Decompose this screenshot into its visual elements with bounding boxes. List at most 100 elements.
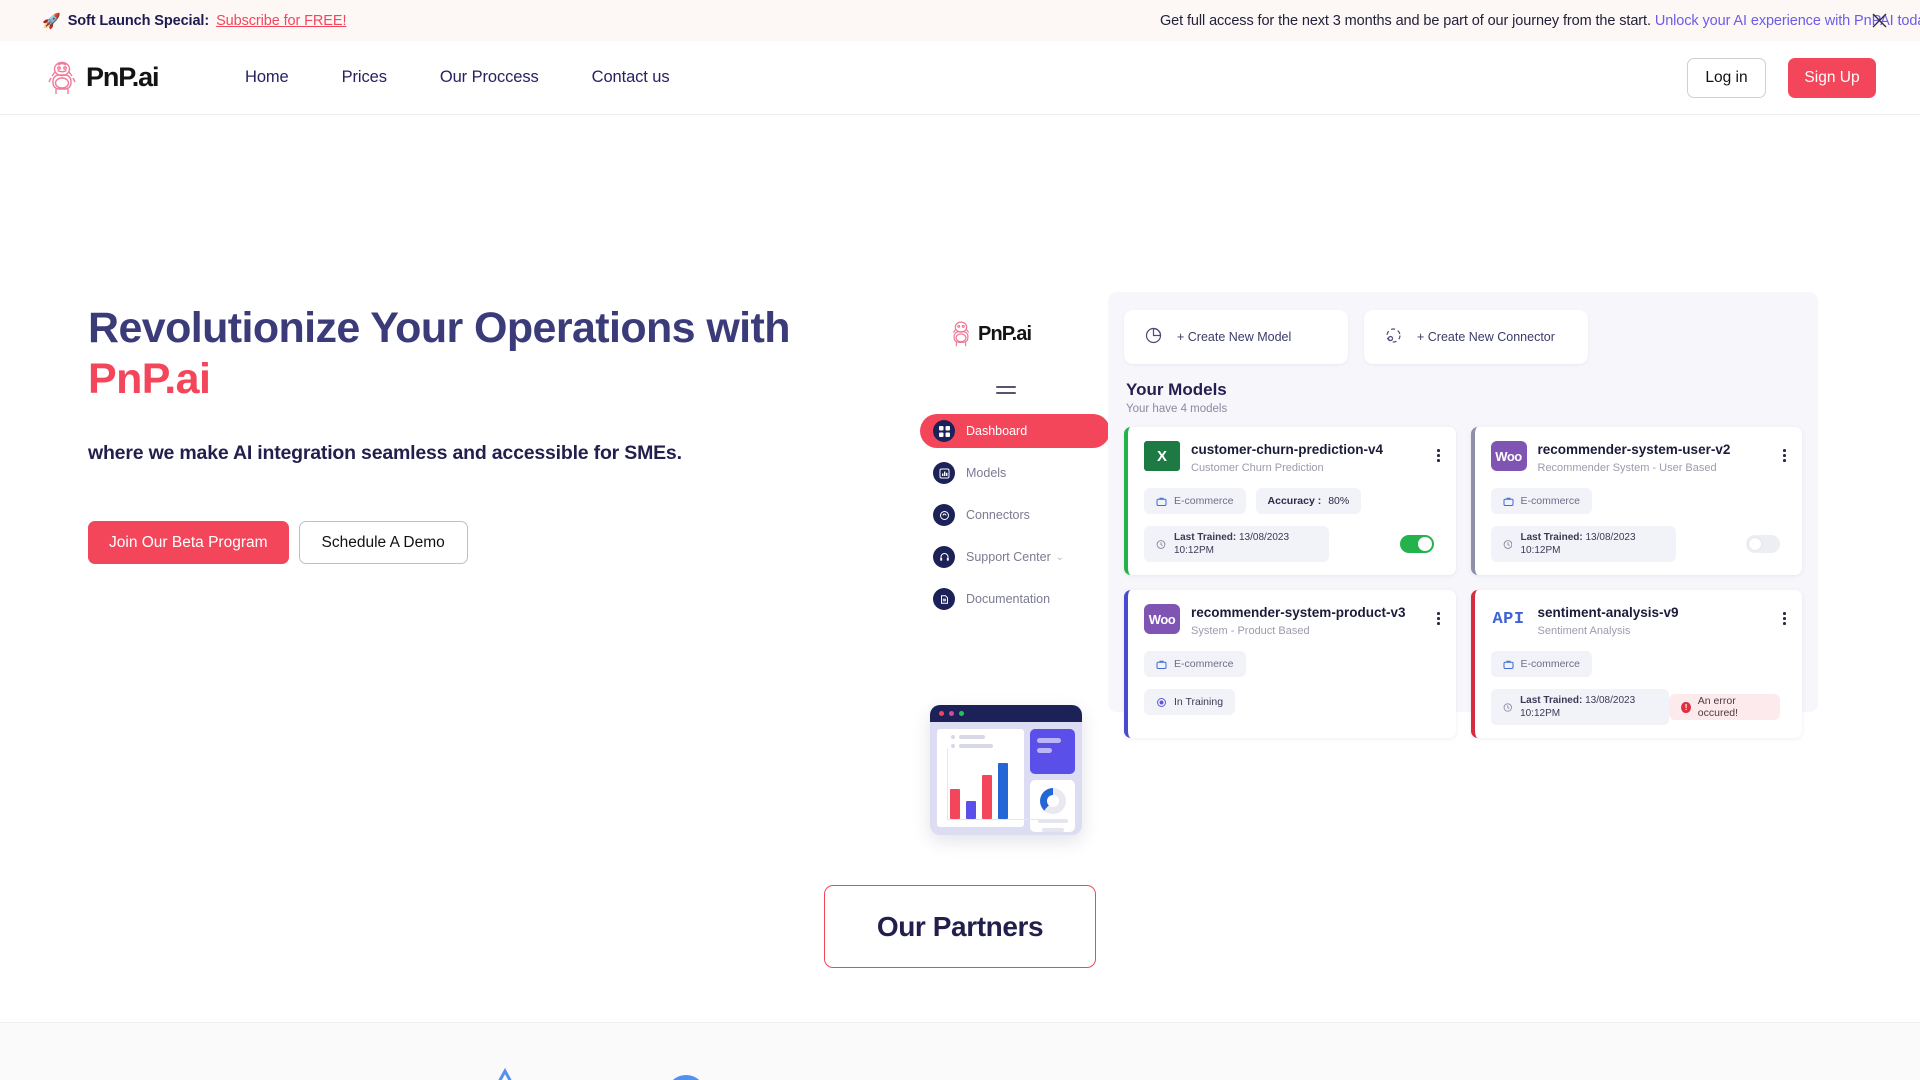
create-new-connector-button[interactable]: + Create New Connector xyxy=(1364,310,1588,364)
mockup-sidebar-nav: Dashboard Models Connectors Support Cent… xyxy=(920,414,1110,616)
document-icon xyxy=(933,588,955,610)
brand-logo-text: PnP.ai xyxy=(86,62,160,92)
mockup-brand-logo: PnP.ai xyxy=(920,320,1110,348)
subscribe-free-link[interactable]: Subscribe for FREE! xyxy=(216,13,346,29)
last-trained-label: Last Trained: xyxy=(1173,532,1237,543)
pie-chart-icon xyxy=(1144,326,1163,348)
kebab-menu-icon[interactable] xyxy=(1783,449,1786,462)
hamburger-menu-icon[interactable] xyxy=(996,386,1016,394)
sidebar-item-label: Documentation xyxy=(966,592,1051,606)
illustration-body xyxy=(930,722,1082,835)
kebab-menu-icon[interactable] xyxy=(1436,449,1440,462)
nav-item-contact[interactable]: Contact us xyxy=(592,68,670,87)
model-cards-grid: X customer-churn-prediction-v4 Customer … xyxy=(1108,415,1818,738)
donut-chart-icon xyxy=(1039,788,1066,814)
briefcase-icon xyxy=(1503,660,1513,669)
model-card-footer: Last Trained: 13/08/2023 10:12PM xyxy=(1144,526,1442,562)
brand-logo[interactable]: PnP.ai xyxy=(45,60,160,96)
partner-logos-strip xyxy=(0,1022,1920,1080)
model-description: System - Product Based xyxy=(1191,625,1310,637)
nav-item-process[interactable]: Our Proccess xyxy=(440,68,539,87)
sidebar-item-label: Dashboard xyxy=(966,424,1028,438)
category-tag: E-commerce xyxy=(1490,488,1593,514)
banner-message: Get full access for the next 3 months an… xyxy=(1160,13,1651,29)
login-button[interactable]: Log in xyxy=(1687,57,1766,98)
sidebar-item-connectors[interactable]: Connectors xyxy=(920,498,1110,532)
your-models-title: Your Models xyxy=(1126,380,1227,399)
partner-logo-3 xyxy=(850,1065,884,1080)
chart-models-icon xyxy=(933,462,955,484)
category-tag-label: E-commerce xyxy=(1520,495,1581,507)
model-name: recommender-system-product-v3 xyxy=(1191,605,1406,620)
model-tags: E-commerce xyxy=(1144,651,1442,677)
category-tag-label: E-commerce xyxy=(1520,658,1581,670)
sidebar-item-documentation[interactable]: Documentation xyxy=(920,582,1110,616)
our-partners-section: Our Partners 👑 xyxy=(0,855,1920,1015)
model-tags: E-commerce Accuracy : 80% xyxy=(1144,488,1442,514)
model-enabled-toggle[interactable] xyxy=(1746,535,1780,553)
create-actions-row: + Create New Model + Create New Connecto… xyxy=(1108,292,1818,364)
chevron-down-icon[interactable]: ⌄ xyxy=(1056,552,1064,563)
signup-button[interactable]: Sign Up xyxy=(1788,57,1876,98)
model-card[interactable]: API sentiment-analysis-v9 Sentiment Anal… xyxy=(1470,590,1802,738)
hero-title: Revolutionize Your Operations with PnP.a… xyxy=(88,303,848,404)
model-card-titles: recommender-system-product-v3 System - P… xyxy=(1191,604,1406,637)
model-description: Sentiment Analysis xyxy=(1537,625,1631,637)
model-card-header: Woo recommender-system-product-v3 System… xyxy=(1144,604,1442,637)
sidebar-item-models[interactable]: Models xyxy=(920,456,1110,490)
training-status-label: In Training xyxy=(1174,696,1224,708)
model-card-header: Woo recommender-system-user-v2 Recommend… xyxy=(1490,441,1789,474)
grid-dashboard-icon xyxy=(933,420,955,442)
last-trained-badge: Last Trained: 13/08/2023 10:12PM xyxy=(1144,526,1329,562)
kebab-menu-icon[interactable] xyxy=(1783,612,1786,625)
rocket-icon: 🚀 xyxy=(42,12,61,30)
create-new-model-label: + Create New Model xyxy=(1177,330,1292,344)
model-tags: E-commerce xyxy=(1490,488,1789,514)
last-trained-badge: Last Trained: 13/08/2023 10:12PM xyxy=(1490,689,1670,725)
mockup-sidebar: PnP.ai Dashboard Models Connectors Suppo… xyxy=(920,320,1110,616)
accuracy-label: Accuracy : xyxy=(1267,495,1322,507)
robot-logo-icon xyxy=(48,61,76,94)
sidebar-item-support-center[interactable]: Support Center ⌄ xyxy=(920,540,1110,574)
model-enabled-toggle[interactable] xyxy=(1399,535,1434,553)
clock-icon xyxy=(1503,539,1512,549)
briefcase-icon xyxy=(1156,497,1167,506)
model-tags: E-commerce xyxy=(1490,651,1789,677)
category-tag-label: E-commerce xyxy=(1174,495,1234,507)
sidebar-item-label: Models xyxy=(966,466,1007,480)
dashboard-mockup: PnP.ai Dashboard Models Connectors Suppo… xyxy=(920,292,1870,860)
category-tag: E-commerce xyxy=(1144,651,1246,677)
headset-support-icon xyxy=(933,546,955,568)
landing-page: 🚀 Soft Launch Special: Subscribe for FRE… xyxy=(0,0,1920,1080)
briefcase-icon xyxy=(1156,660,1167,669)
join-beta-button[interactable]: Join Our Beta Program xyxy=(88,521,289,565)
sidebar-item-label: Support Center xyxy=(966,550,1051,564)
window-titlebar xyxy=(930,705,1082,722)
model-card-footer: Last Trained: 13/08/2023 10:12PM xyxy=(1490,526,1789,562)
model-name: customer-churn-prediction-v4 xyxy=(1191,442,1384,457)
nav-item-prices[interactable]: Prices xyxy=(342,68,387,87)
mockup-main-panel: + Create New Model + Create New Connecto… xyxy=(1108,292,1818,738)
nav-item-home[interactable]: Home xyxy=(245,68,289,87)
sidebar-item-dashboard[interactable]: Dashboard xyxy=(920,414,1110,448)
kebab-menu-icon[interactable] xyxy=(1436,612,1440,625)
schedule-demo-button[interactable]: Schedule A Demo xyxy=(298,521,468,565)
model-description: Customer Churn Prediction xyxy=(1191,462,1324,474)
model-description: Recommender System - User Based xyxy=(1537,462,1717,474)
model-card[interactable]: Woo recommender-system-product-v3 System… xyxy=(1124,590,1456,738)
model-card[interactable]: X customer-churn-prediction-v4 Customer … xyxy=(1124,427,1456,575)
robot-logo-icon xyxy=(952,321,970,347)
partner-logo-1 xyxy=(498,1067,512,1080)
model-name: recommender-system-user-v2 xyxy=(1537,442,1731,457)
partner-logos-row xyxy=(0,1023,1920,1080)
model-card[interactable]: Woo recommender-system-user-v2 Recommend… xyxy=(1470,427,1802,575)
close-icon[interactable] xyxy=(1868,10,1890,32)
chart-legend xyxy=(951,735,993,748)
clock-icon xyxy=(1503,702,1512,712)
analytics-illustration xyxy=(930,705,1082,835)
hero-title-line1: Revolutionize Your Operations with xyxy=(88,304,791,352)
hero-copy: Revolutionize Your Operations with PnP.a… xyxy=(88,303,848,565)
create-new-model-button[interactable]: + Create New Model xyxy=(1124,310,1348,364)
partner-logo-4 xyxy=(1024,1065,1058,1080)
clock-icon xyxy=(1156,539,1166,549)
